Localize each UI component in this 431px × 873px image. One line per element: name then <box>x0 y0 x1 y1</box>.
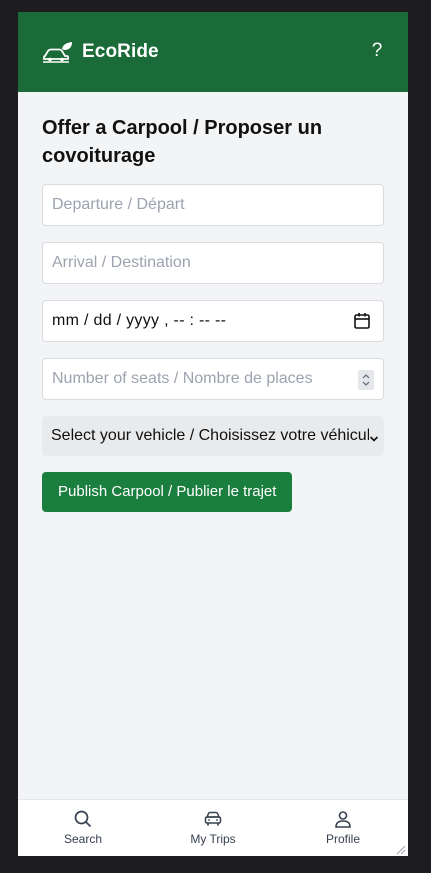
nav-item-my-trips[interactable]: My Trips <box>148 800 278 856</box>
chevron-down-icon <box>369 431 379 442</box>
page-title: Offer a Carpool / Proposer un covoiturag… <box>42 117 323 167</box>
offer-carpool-form: Offer a Carpool / Proposer un covoiturag… <box>18 92 408 512</box>
nav-item-profile[interactable]: Profile <box>278 800 408 856</box>
app-frame: EcoRide ? Offer a Carpool / Proposer un … <box>18 12 408 856</box>
seats-stepper[interactable] <box>358 370 374 390</box>
vehicle-select-value: Select your vehicle / Choisissez votre v… <box>51 427 369 444</box>
resize-grip-icon[interactable] <box>394 842 406 855</box>
datetime-value: mm / dd / yyyy , -- : -- -- <box>52 312 227 329</box>
seats-input[interactable]: Number of seats / Nombre de places <box>42 358 384 400</box>
app-brand: EcoRide <box>82 41 159 62</box>
bottom-nav: Search My Trips Profile <box>18 799 408 856</box>
help-button[interactable]: ? <box>368 40 386 62</box>
car-leaf-icon <box>42 41 74 63</box>
nav-item-search[interactable]: Search <box>18 800 148 856</box>
car-icon <box>204 810 222 828</box>
nav-label-my-trips: My Trips <box>190 832 236 846</box>
datetime-input[interactable]: mm / dd / yyyy , -- : -- -- <box>42 300 384 342</box>
app-header: EcoRide ? <box>18 12 408 92</box>
arrival-input[interactable]: Arrival / Destination <box>42 242 384 284</box>
seats-placeholder: Number of seats / Nombre de places <box>52 370 313 387</box>
departure-placeholder: Departure / Départ <box>52 196 185 213</box>
vehicle-select[interactable]: Select your vehicle / Choisissez votre v… <box>42 416 384 456</box>
nav-label-profile: Profile <box>325 832 360 846</box>
arrival-placeholder: Arrival / Destination <box>52 254 191 271</box>
publish-button[interactable]: Publish Carpool / Publier le trajet <box>42 472 293 512</box>
calendar-icon[interactable] <box>353 312 371 330</box>
search-icon <box>74 810 92 828</box>
user-icon <box>334 810 352 828</box>
departure-input[interactable]: Departure / Départ <box>42 184 384 226</box>
nav-label-search: Search <box>63 832 103 846</box>
